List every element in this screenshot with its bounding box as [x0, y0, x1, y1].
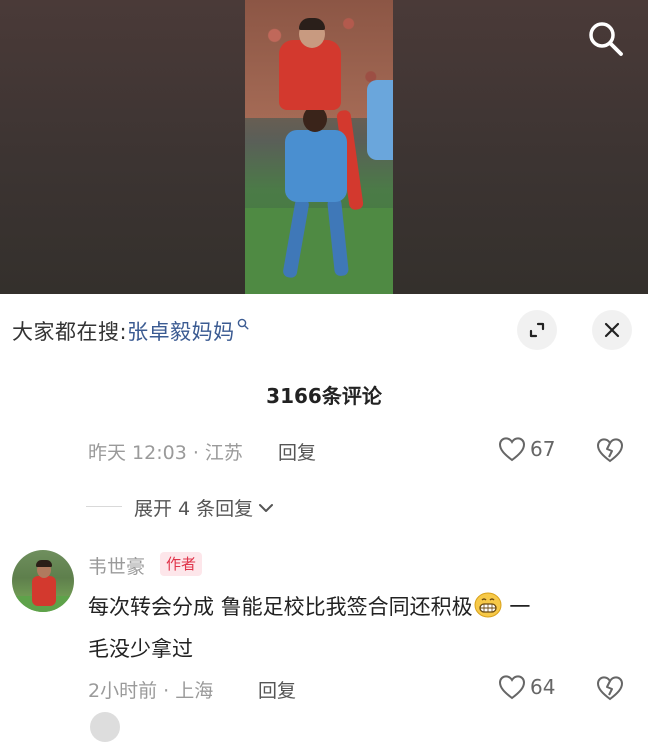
comment-text-line2: 毛没少拿过 [88, 637, 193, 661]
expand-replies-label: 展开 4 条回复 [134, 498, 254, 520]
expand-button[interactable] [517, 310, 557, 350]
expand-divider [86, 506, 122, 507]
like-count: 64 [530, 675, 556, 699]
player-red [279, 40, 341, 110]
like-button[interactable]: 67 [498, 436, 555, 462]
expand-icon [529, 322, 545, 338]
player-blue-background [367, 80, 393, 160]
grinning-face-icon [474, 592, 502, 618]
player-red-hair [299, 18, 325, 30]
pitch [245, 208, 393, 294]
close-button[interactable] [592, 310, 632, 350]
expand-replies-button[interactable]: 展开 4 条回复 [134, 494, 275, 521]
comment-text-tail: 一 [502, 595, 531, 619]
search-icon [589, 22, 623, 56]
video-area[interactable] [0, 0, 648, 294]
search-button[interactable] [585, 18, 627, 60]
heart-icon [498, 437, 526, 462]
reply-button[interactable]: 回复 [258, 676, 296, 703]
dislike-icon[interactable] [596, 436, 624, 464]
comments-count: 3166条评论 [266, 384, 382, 408]
comment-time-location: 2小时前 · 上海 [88, 680, 214, 702]
dislike-icon[interactable] [596, 674, 624, 702]
comment-time-location: 昨天 12:03 · 江苏 [88, 442, 243, 464]
avatar[interactable] [12, 550, 74, 612]
comment-text-line1: 每次转会分成 鲁能足校比我签合同还积极 [88, 595, 473, 619]
close-icon [604, 322, 620, 338]
hot-search-bar[interactable]: 大家都在搜:张卓毅妈妈 [12, 316, 249, 346]
comments-sheet: 大家都在搜:张卓毅妈妈 3166条评论 昨天 12:03 · 江苏 回复 67 … [0, 294, 648, 742]
author-badge: 作者 [160, 552, 203, 576]
hot-search-prefix: 大家都在搜: [12, 320, 128, 344]
like-button[interactable]: 64 [498, 674, 555, 700]
comment-text[interactable]: 每次转会分成 鲁能足校比我签合同还积极 一 毛没少拿过 [88, 586, 628, 670]
hot-search-term[interactable]: 张卓毅妈妈 [127, 320, 235, 344]
avatar-hair [36, 560, 52, 567]
next-comment-avatar[interactable] [90, 712, 120, 742]
player-blue [285, 130, 347, 202]
avatar-body [32, 576, 56, 606]
small-search-icon [237, 318, 249, 330]
reply-button[interactable]: 回复 [278, 438, 316, 465]
video-thumbnail[interactable] [245, 0, 393, 294]
chevron-down-icon [259, 503, 274, 512]
like-count: 67 [530, 437, 556, 461]
comment-username[interactable]: 韦世豪 [88, 552, 145, 579]
heart-icon [498, 675, 526, 700]
